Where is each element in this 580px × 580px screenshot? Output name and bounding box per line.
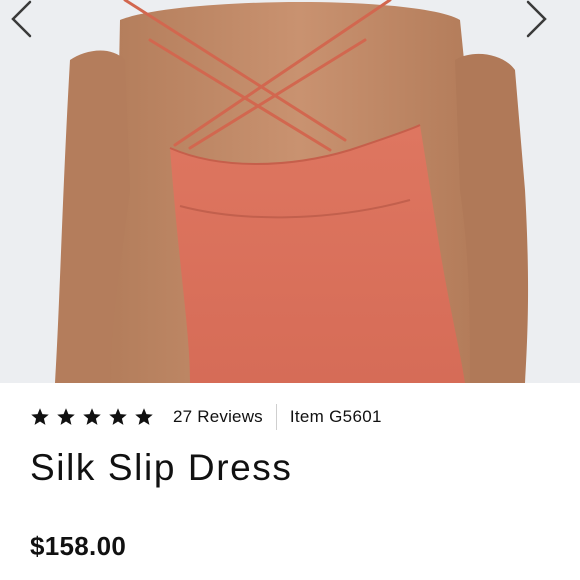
product-title: Silk Slip Dress	[30, 447, 293, 488]
star-icon	[109, 408, 127, 425]
product-meta-row: 27 Reviews Item G5601	[30, 403, 382, 431]
product-price: $158.00	[30, 531, 127, 561]
product-info: 27 Reviews Item G5601 Silk Slip Dress $1…	[0, 383, 580, 580]
star-icon	[135, 408, 153, 425]
product-photo	[0, 0, 580, 383]
chevron-right-icon	[526, 0, 547, 38]
previous-image-button[interactable]	[10, 0, 54, 40]
star-icon	[83, 408, 101, 425]
star-icon	[57, 408, 75, 425]
star-rating[interactable]	[30, 407, 154, 427]
product-image-gallery[interactable]	[0, 0, 580, 383]
next-image-button[interactable]	[526, 0, 570, 40]
item-code: Item G5601	[289, 407, 382, 426]
star-icon	[31, 408, 49, 425]
reviews-link[interactable]: 27 Reviews	[173, 407, 263, 427]
chevron-left-icon	[11, 0, 32, 38]
meta-divider	[275, 404, 277, 430]
